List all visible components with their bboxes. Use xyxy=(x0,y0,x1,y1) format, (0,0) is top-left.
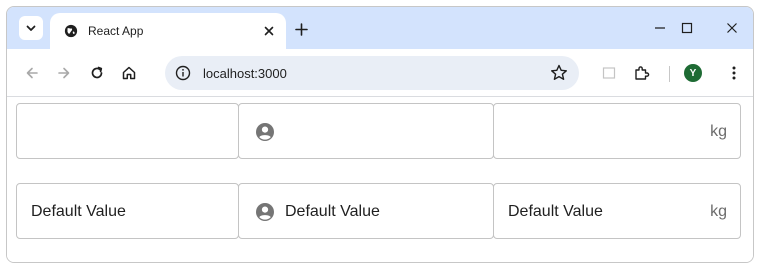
plain-text-field[interactable] xyxy=(16,103,239,159)
browser-toolbar: localhost:3000 Y xyxy=(7,49,753,97)
close-icon xyxy=(264,26,274,36)
address-url[interactable]: localhost:3000 xyxy=(203,66,287,81)
weight-field[interactable]: kg xyxy=(493,103,741,159)
field-value: Default Value xyxy=(508,203,603,220)
arrow-right-icon xyxy=(58,67,70,79)
tab-preview-button[interactable] xyxy=(596,60,622,86)
star-icon[interactable] xyxy=(549,63,569,83)
tab-title: React App xyxy=(88,24,144,38)
globe-icon xyxy=(64,24,78,38)
close-window-button[interactable] xyxy=(717,17,747,39)
forward-button[interactable] xyxy=(51,60,77,86)
weight-field-default[interactable]: Default Value kg xyxy=(493,183,741,239)
info-icon[interactable] xyxy=(175,65,191,81)
plus-icon xyxy=(294,22,308,36)
browser-window: React App localhost:3000 Y kg Default Va… xyxy=(6,6,754,263)
account-circle-icon xyxy=(256,123,274,141)
tab-react-app[interactable]: React App xyxy=(50,13,286,49)
tab-close-button[interactable] xyxy=(260,22,278,40)
minimize-button[interactable] xyxy=(645,17,675,39)
maximize-button[interactable] xyxy=(672,17,702,39)
arrow-left-icon xyxy=(26,67,38,79)
icon-text-field-default[interactable]: Default Value xyxy=(238,183,494,239)
field-value: Default Value xyxy=(285,203,380,220)
new-tab-button[interactable] xyxy=(290,18,312,40)
close-icon xyxy=(727,23,737,33)
unit-suffix: kg xyxy=(710,203,727,220)
icon-text-field[interactable] xyxy=(238,103,494,159)
plain-text-field-default[interactable]: Default Value xyxy=(16,183,239,239)
home-icon xyxy=(122,66,136,80)
tab-search-button[interactable] xyxy=(19,16,43,40)
reload-icon xyxy=(91,66,103,79)
back-button[interactable] xyxy=(19,60,45,86)
kebab-icon xyxy=(732,66,736,80)
minimize-icon xyxy=(655,27,665,29)
extensions-button[interactable] xyxy=(629,60,655,86)
tab-strip: React App xyxy=(7,7,753,49)
account-circle-icon xyxy=(256,203,274,221)
home-button[interactable] xyxy=(116,60,142,86)
puzzle-icon xyxy=(635,66,650,80)
field-value: Default Value xyxy=(31,203,126,220)
chevron-down-icon xyxy=(26,25,36,31)
toolbar-separator xyxy=(669,66,670,82)
window-icon xyxy=(602,67,616,79)
menu-button[interactable] xyxy=(721,60,747,86)
page-content: kg Default Value Default Value Default V… xyxy=(7,98,753,262)
reload-button[interactable] xyxy=(84,60,110,86)
unit-suffix: kg xyxy=(710,123,727,140)
maximize-icon xyxy=(681,22,693,34)
address-bar[interactable]: localhost:3000 xyxy=(165,56,579,90)
profile-avatar[interactable]: Y xyxy=(684,64,702,82)
